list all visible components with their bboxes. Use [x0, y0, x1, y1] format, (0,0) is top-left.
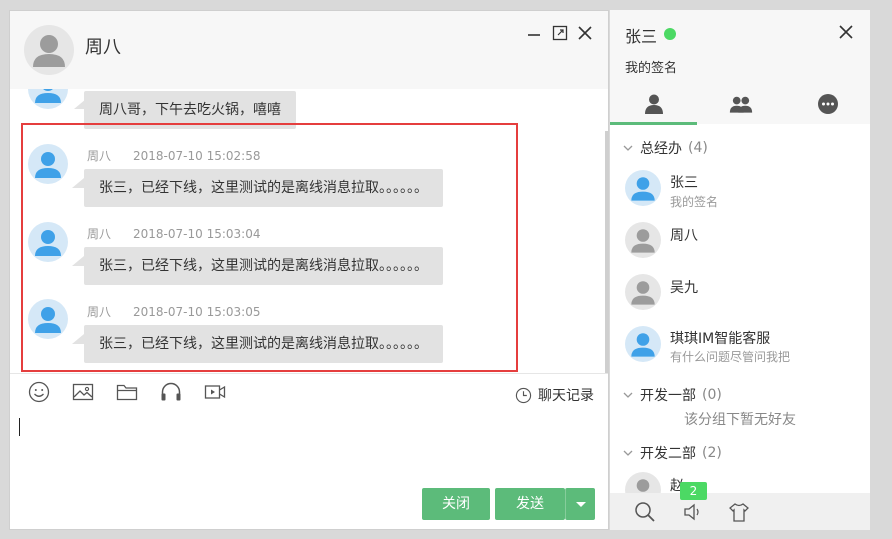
group-name: 开发一部: [640, 388, 696, 404]
maximize-icon[interactable]: [551, 24, 569, 42]
chevron-down-icon: [622, 389, 634, 401]
user-icon: [644, 94, 663, 114]
contact-avatar[interactable]: [625, 170, 661, 206]
contact-name[interactable]: 周八: [670, 225, 698, 245]
active-tab-indicator: [610, 122, 697, 125]
group-header-kaifa-erbu[interactable]: 开发二部 (2): [622, 443, 722, 463]
send-button[interactable]: 发送: [495, 488, 565, 520]
tab-groups[interactable]: [697, 88, 784, 122]
contact-avatar[interactable]: [625, 326, 661, 362]
caret-down-icon: [576, 502, 586, 507]
group-count: (0): [702, 387, 722, 403]
contact-avatar[interactable]: [625, 222, 661, 258]
chat-title: 周八: [85, 37, 121, 58]
folder-icon[interactable]: [115, 380, 139, 404]
empty-group-note: 该分组下暂无好友: [684, 412, 796, 428]
chat-icon: [817, 94, 838, 114]
toolbar-divider: [10, 373, 608, 374]
unread-badge: 2: [680, 482, 707, 500]
close-icon[interactable]: [576, 24, 594, 42]
highlight-box: [21, 123, 518, 372]
tab-contacts[interactable]: [610, 88, 697, 122]
my-name: 张三: [625, 27, 658, 46]
message-scrollbar[interactable]: [605, 131, 608, 373]
contact-signature: 我的签名: [670, 195, 719, 209]
chat-history-link[interactable]: 聊天记录: [515, 384, 594, 406]
group-name: 总经办: [640, 141, 682, 157]
chat-window: 周八 周八哥，下午去吃火锅，嘻嘻 周八 2018-07-10 15:02:58 张…: [9, 10, 609, 530]
shirt-icon[interactable]: [728, 501, 750, 523]
emoji-icon[interactable]: [27, 380, 51, 404]
group-count: (2): [702, 445, 722, 461]
contacts-panel: 张三 我的签名 总经办 (4) 张三 我的签名 周八 吴九 琪琪IM智能客服 有什…: [610, 10, 870, 530]
tab-conversations[interactable]: [784, 88, 870, 122]
video-icon[interactable]: [203, 380, 227, 404]
group-icon: [729, 96, 752, 113]
close-button[interactable]: 关闭: [422, 488, 490, 520]
image-icon[interactable]: [71, 380, 95, 404]
headset-icon[interactable]: [159, 380, 183, 404]
contact-signature: 有什么问题尽管问我把: [670, 350, 791, 364]
message-avatar: [28, 89, 68, 109]
online-status-dot: [664, 28, 676, 40]
send-options-button[interactable]: [565, 488, 595, 520]
input-caret: [19, 418, 20, 436]
group-header-kaifa-yibu[interactable]: 开发一部 (0): [622, 385, 722, 405]
message-input[interactable]: [10, 406, 608, 481]
speaker-icon[interactable]: [682, 501, 704, 523]
chat-header: 周八: [10, 11, 608, 89]
chat-history-label: 聊天记录: [538, 388, 594, 404]
search-icon[interactable]: [634, 501, 656, 523]
contact-name[interactable]: 琪琪IM智能客服: [670, 328, 770, 348]
chevron-down-icon: [622, 447, 634, 459]
group-header-zongjingban[interactable]: 总经办 (4): [622, 138, 708, 158]
contact-avatar[interactable]: [625, 274, 661, 310]
contact-avatar[interactable]: [24, 25, 74, 75]
contact-name[interactable]: 吴九: [670, 277, 698, 297]
clock-icon: [515, 387, 532, 403]
group-name: 开发二部: [640, 446, 696, 462]
my-signature[interactable]: 我的签名: [625, 57, 677, 76]
panel-close-icon[interactable]: [837, 23, 855, 41]
minimize-icon[interactable]: [525, 25, 543, 43]
group-count: (4): [688, 140, 708, 156]
chevron-down-icon: [622, 142, 634, 154]
contact-name[interactable]: 张三: [670, 172, 698, 192]
